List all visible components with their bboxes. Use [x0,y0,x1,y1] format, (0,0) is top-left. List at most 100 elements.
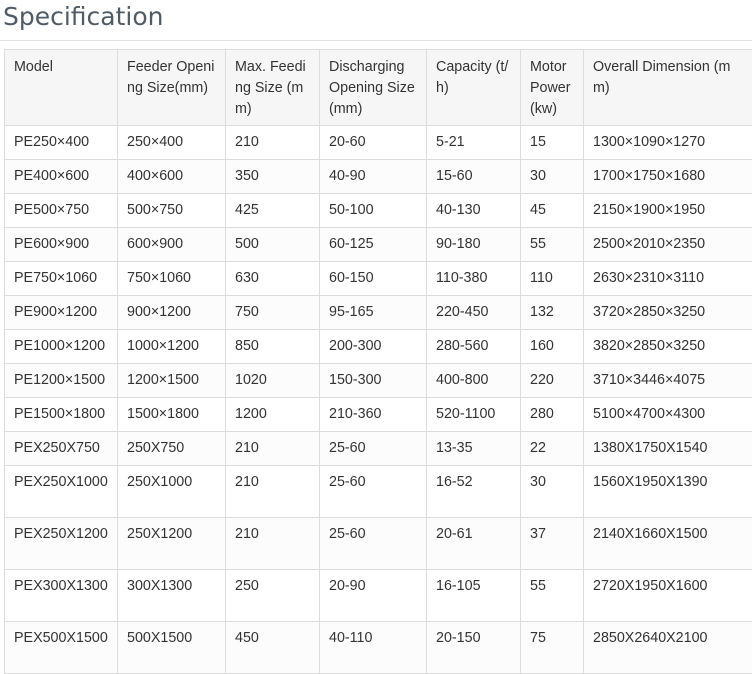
cell-max-feeding-size: 210 [226,518,320,570]
cell-overall-dimension: 5100×4700×4300 [584,398,752,432]
cell-discharging-opening-size: 210-360 [320,398,427,432]
cell-discharging-opening-size: 20-60 [320,126,427,160]
cell-max-feeding-size: 750 [226,296,320,330]
cell-model: PE1200×1500 [5,364,118,398]
cell-motor-power: 37 [521,518,584,570]
header-motor-power: Motor Power (kw) [521,50,584,126]
table-row: PEX250X750 250X750 210 25-60 13-35 22 13… [5,432,752,466]
cell-overall-dimension: 2500×2010×2350 [584,228,752,262]
cell-motor-power: 45 [521,194,584,228]
table-row: PE1200×1500 1200×1500 1020 150-300 400-8… [5,364,752,398]
cell-capacity: 15-60 [427,160,521,194]
cell-feeder-opening-size: 250X750 [118,432,226,466]
table-row: PEX250X1200 250X1200 210 25-60 20-61 37 … [5,518,752,570]
header-feeder-opening-size: Feeder Opening Size(mm) [118,50,226,126]
cell-capacity: 400-800 [427,364,521,398]
header-overall-dimension: Overall Dimension (mm) [584,50,752,126]
cell-overall-dimension: 2630×2310×3110 [584,262,752,296]
cell-feeder-opening-size: 900×1200 [118,296,226,330]
table-row: PE750×1060 750×1060 630 60-150 110-380 1… [5,262,752,296]
cell-feeder-opening-size: 250X1200 [118,518,226,570]
cell-feeder-opening-size: 250X1000 [118,466,226,518]
cell-overall-dimension: 1700×1750×1680 [584,160,752,194]
cell-max-feeding-size: 250 [226,570,320,622]
cell-feeder-opening-size: 600×900 [118,228,226,262]
cell-feeder-opening-size: 1500×1800 [118,398,226,432]
cell-motor-power: 55 [521,228,584,262]
page-title: Specification [3,0,164,40]
cell-capacity: 90-180 [427,228,521,262]
cell-discharging-opening-size: 60-125 [320,228,427,262]
cell-feeder-opening-size: 400×600 [118,160,226,194]
cell-feeder-opening-size: 1200×1500 [118,364,226,398]
cell-overall-dimension: 2150×1900×1950 [584,194,752,228]
cell-capacity: 13-35 [427,432,521,466]
cell-max-feeding-size: 500 [226,228,320,262]
cell-motor-power: 30 [521,160,584,194]
table-row: PEX500X1500 500X1500 450 40-110 20-150 7… [5,622,752,674]
cell-model: PE600×900 [5,228,118,262]
cell-max-feeding-size: 210 [226,126,320,160]
cell-motor-power: 15 [521,126,584,160]
cell-model: PE1500×1800 [5,398,118,432]
cell-feeder-opening-size: 250×400 [118,126,226,160]
cell-capacity: 16-52 [427,466,521,518]
cell-overall-dimension: 3820×2850×3250 [584,330,752,364]
cell-max-feeding-size: 1020 [226,364,320,398]
cell-motor-power: 220 [521,364,584,398]
cell-feeder-opening-size: 500×750 [118,194,226,228]
table-row: PEX250X1000 250X1000 210 25-60 16-52 30 … [5,466,752,518]
cell-capacity: 20-61 [427,518,521,570]
cell-max-feeding-size: 210 [226,432,320,466]
cell-motor-power: 22 [521,432,584,466]
cell-discharging-opening-size: 25-60 [320,432,427,466]
cell-overall-dimension: 1380X1750X1540 [584,432,752,466]
cell-motor-power: 55 [521,570,584,622]
table-row: PE1500×1800 1500×1800 1200 210-360 520-1… [5,398,752,432]
cell-discharging-opening-size: 20-90 [320,570,427,622]
cell-discharging-opening-size: 40-90 [320,160,427,194]
table-row: PE1000×1200 1000×1200 850 200-300 280-56… [5,330,752,364]
cell-model: PE400×600 [5,160,118,194]
cell-capacity: 220-450 [427,296,521,330]
cell-capacity: 40-130 [427,194,521,228]
cell-discharging-opening-size: 25-60 [320,466,427,518]
cell-model: PE500×750 [5,194,118,228]
cell-max-feeding-size: 630 [226,262,320,296]
table-header-row: Model Feeder Opening Size(mm) Max. Feedi… [5,50,752,126]
cell-capacity: 20-150 [427,622,521,674]
cell-model: PEX250X1200 [5,518,118,570]
cell-discharging-opening-size: 40-110 [320,622,427,674]
cell-max-feeding-size: 210 [226,466,320,518]
cell-overall-dimension: 1300×1090×1270 [584,126,752,160]
table-row: PE600×900 600×900 500 60-125 90-180 55 2… [5,228,752,262]
table-row: PE900×1200 900×1200 750 95-165 220-450 1… [5,296,752,330]
cell-motor-power: 30 [521,466,584,518]
cell-model: PEX300X1300 [5,570,118,622]
specification-table: Model Feeder Opening Size(mm) Max. Feedi… [4,49,752,674]
cell-feeder-opening-size: 500X1500 [118,622,226,674]
cell-max-feeding-size: 425 [226,194,320,228]
cell-capacity: 16-105 [427,570,521,622]
cell-max-feeding-size: 350 [226,160,320,194]
cell-capacity: 280-560 [427,330,521,364]
cell-max-feeding-size: 1200 [226,398,320,432]
cell-capacity: 5-21 [427,126,521,160]
cell-motor-power: 110 [521,262,584,296]
cell-discharging-opening-size: 60-150 [320,262,427,296]
cell-motor-power: 132 [521,296,584,330]
cell-model: PEX500X1500 [5,622,118,674]
header-model: Model [5,50,118,126]
cell-overall-dimension: 2850X2640X2100 [584,622,752,674]
cell-model: PE900×1200 [5,296,118,330]
header-capacity: Capacity (t/h) [427,50,521,126]
cell-model: PE1000×1200 [5,330,118,364]
cell-discharging-opening-size: 25-60 [320,518,427,570]
cell-feeder-opening-size: 1000×1200 [118,330,226,364]
cell-max-feeding-size: 450 [226,622,320,674]
table-row: PEX300X1300 300X1300 250 20-90 16-105 55… [5,570,752,622]
cell-feeder-opening-size: 300X1300 [118,570,226,622]
cell-model: PE750×1060 [5,262,118,296]
cell-overall-dimension: 1560X1950X1390 [584,466,752,518]
cell-motor-power: 280 [521,398,584,432]
